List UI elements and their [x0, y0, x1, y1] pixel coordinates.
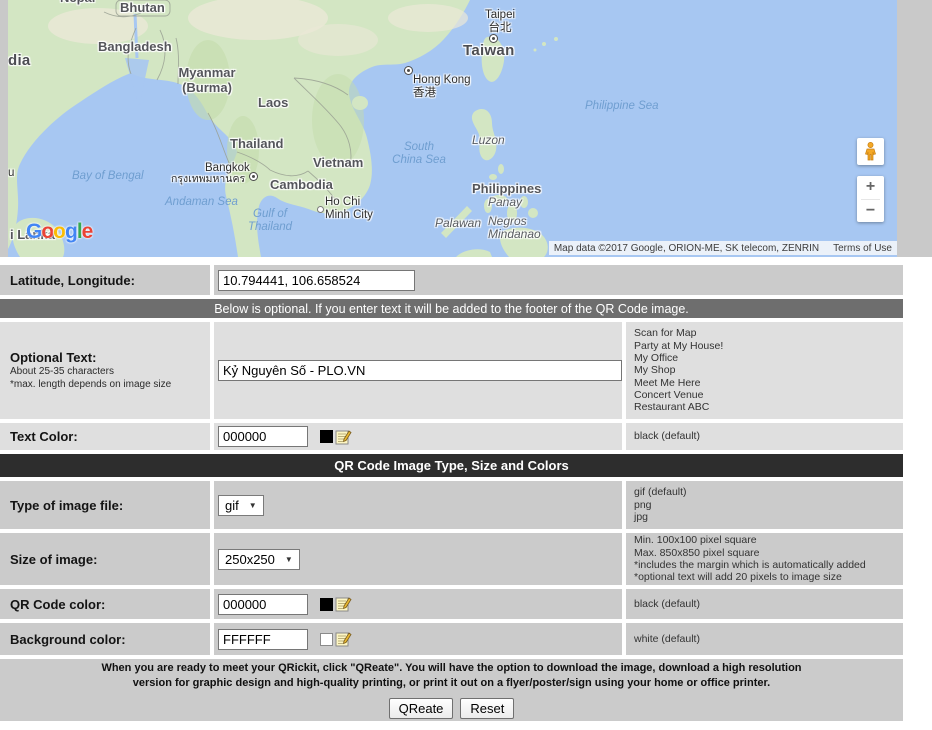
- qr-color-input[interactable]: [218, 594, 308, 615]
- map-label-myanmar: Myanmar (Burma): [178, 66, 235, 95]
- google-logo-letter: g: [65, 220, 77, 243]
- optional-text-row: Optional Text: About 25-35 characters *m…: [0, 322, 903, 419]
- qr-form: Latitude, Longitude: Below is optional. …: [0, 265, 903, 721]
- optional-text-hint2: *max. length depends on image size: [10, 378, 210, 391]
- map-label-ho-chi: Ho Chi Minh City: [325, 196, 373, 222]
- map-label-palawan: Palawan: [435, 217, 481, 230]
- google-logo: Google: [26, 220, 92, 244]
- pegman-icon: [864, 142, 877, 161]
- image-size-row: Size of image: 250x250 ▼ Min. 100x100 pi…: [0, 533, 903, 585]
- google-logo-letter: G: [26, 220, 41, 243]
- image-type-select[interactable]: gif ▼: [218, 495, 264, 516]
- qreate-button[interactable]: QReate: [389, 698, 454, 719]
- map-label-taipei: Taipei 台北: [485, 9, 515, 35]
- map-label-cambodia: Cambodia: [270, 178, 333, 193]
- bg-color-row: Background color: white (default): [0, 623, 903, 655]
- city-marker-icon: [249, 172, 258, 181]
- city-marker-icon: [404, 66, 413, 75]
- map-label-philippine-sea: Philippine Sea: [585, 100, 659, 113]
- image-type-label: Type of image file:: [10, 498, 210, 513]
- qr-color-picker-icon[interactable]: [335, 596, 352, 612]
- image-size-examples: Min. 100x100 pixel square Max. 850x850 p…: [634, 534, 903, 584]
- map-label-dia: dia: [8, 53, 31, 70]
- optional-text-hint1: About 25-35 characters: [10, 365, 210, 378]
- text-color-swatch: [320, 430, 333, 443]
- map-label--: กรุงเทพมหานคร: [171, 174, 245, 186]
- qr-color-example: black (default): [634, 598, 903, 610]
- image-type-examples: gif (default) png jpg: [634, 486, 903, 523]
- qr-section-header: QR Code Image Type, Size and Colors: [0, 454, 903, 477]
- optional-text-examples: Scan for Map Party at My House! My Offic…: [634, 327, 903, 414]
- map-label-vietnam: Vietnam: [313, 156, 363, 171]
- map-label-taiwan: Taiwan: [463, 43, 515, 60]
- bg-color-picker-icon[interactable]: [335, 631, 352, 647]
- qr-color-label: QR Code color:: [10, 597, 210, 612]
- map-label-gulf-of: Gulf of Thailand: [248, 208, 292, 234]
- latitude-row: Latitude, Longitude:: [0, 265, 903, 295]
- map-label-panay: Panay: [488, 196, 522, 209]
- qr-color-row: QR Code color: black (default): [0, 589, 903, 619]
- map-label-laos: Laos: [258, 96, 288, 111]
- google-logo-letter: o: [53, 220, 65, 243]
- bg-color-example: white (default): [634, 633, 903, 645]
- image-size-value: 250x250: [225, 552, 275, 567]
- text-color-row: Text Color: black (default): [0, 423, 903, 450]
- google-logo-letter: o: [41, 220, 53, 243]
- pegman-control[interactable]: [857, 138, 884, 165]
- google-map[interactable]: Nepal Bhutan Bangladesh dia Myanmar (Burma) L…: [8, 0, 897, 257]
- map-label-south: South China Sea: [392, 141, 446, 167]
- image-size-select[interactable]: 250x250 ▼: [218, 549, 300, 570]
- map-label-bangladesh: Bangladesh: [98, 40, 172, 55]
- bg-color-label: Background color:: [10, 632, 210, 647]
- select-arrow-icon: ▼: [249, 501, 257, 510]
- map-label-u: u: [8, 167, 14, 180]
- map-label-nepal: Nepal: [60, 0, 95, 6]
- select-arrow-icon: ▼: [285, 555, 293, 564]
- city-marker-icon: [317, 206, 324, 213]
- optional-text-label: Optional Text:: [10, 350, 210, 365]
- image-type-row: Type of image file: gif ▼ gif (default) …: [0, 481, 903, 529]
- optional-text-input[interactable]: [218, 360, 622, 381]
- map-label-bay-of-bengal: Bay of Bengal: [72, 170, 144, 183]
- text-color-input[interactable]: [218, 426, 308, 447]
- footer-instructions-line2: version for graphic design and high-qual…: [133, 676, 770, 691]
- reset-button[interactable]: Reset: [460, 698, 514, 719]
- terms-of-use-link[interactable]: Terms of Use: [833, 243, 892, 254]
- google-logo-letter: e: [82, 220, 93, 243]
- image-type-value: gif: [225, 498, 239, 513]
- map-label-andaman-sea: Andaman Sea: [165, 196, 238, 209]
- map-section: Nepal Bhutan Bangladesh dia Myanmar (Burma) L…: [0, 0, 932, 257]
- optional-section-header: Below is optional. If you enter text it …: [0, 299, 903, 318]
- text-color-picker-icon[interactable]: [335, 429, 352, 445]
- map-attribution-bar: Map data ©2017 Google, ORION-ME, SK tele…: [549, 241, 897, 255]
- map-label-mindanao: Mindanao: [488, 228, 541, 241]
- city-marker-icon: [489, 34, 498, 43]
- text-color-label: Text Color:: [10, 429, 210, 444]
- qr-color-swatch: [320, 598, 333, 611]
- bg-color-swatch: [320, 633, 333, 646]
- qrickit-page: Nepal Bhutan Bangladesh dia Myanmar (Burma) L…: [0, 0, 932, 730]
- map-zoom-control: + −: [857, 176, 884, 222]
- bg-color-input[interactable]: [218, 629, 308, 650]
- map-label-luzon: Luzon: [472, 134, 505, 147]
- latitude-label: Latitude, Longitude:: [10, 273, 210, 288]
- latitude-longitude-input[interactable]: [218, 270, 415, 291]
- footer-instructions-line1: When you are ready to meet your QRickit,…: [101, 661, 801, 676]
- zoom-in-button[interactable]: +: [857, 176, 884, 199]
- image-size-label: Size of image:: [10, 552, 210, 567]
- map-label-bhutan: Bhutan: [120, 1, 165, 16]
- text-color-example: black (default): [634, 430, 903, 442]
- footer-row: When you are ready to meet your QRickit,…: [0, 659, 903, 721]
- map-label-thailand: Thailand: [230, 137, 283, 152]
- zoom-out-button[interactable]: −: [857, 200, 884, 223]
- map-attribution-text: Map data ©2017 Google, ORION-ME, SK tele…: [554, 243, 819, 254]
- map-label-hong-kong: Hong Kong 香港: [413, 74, 471, 100]
